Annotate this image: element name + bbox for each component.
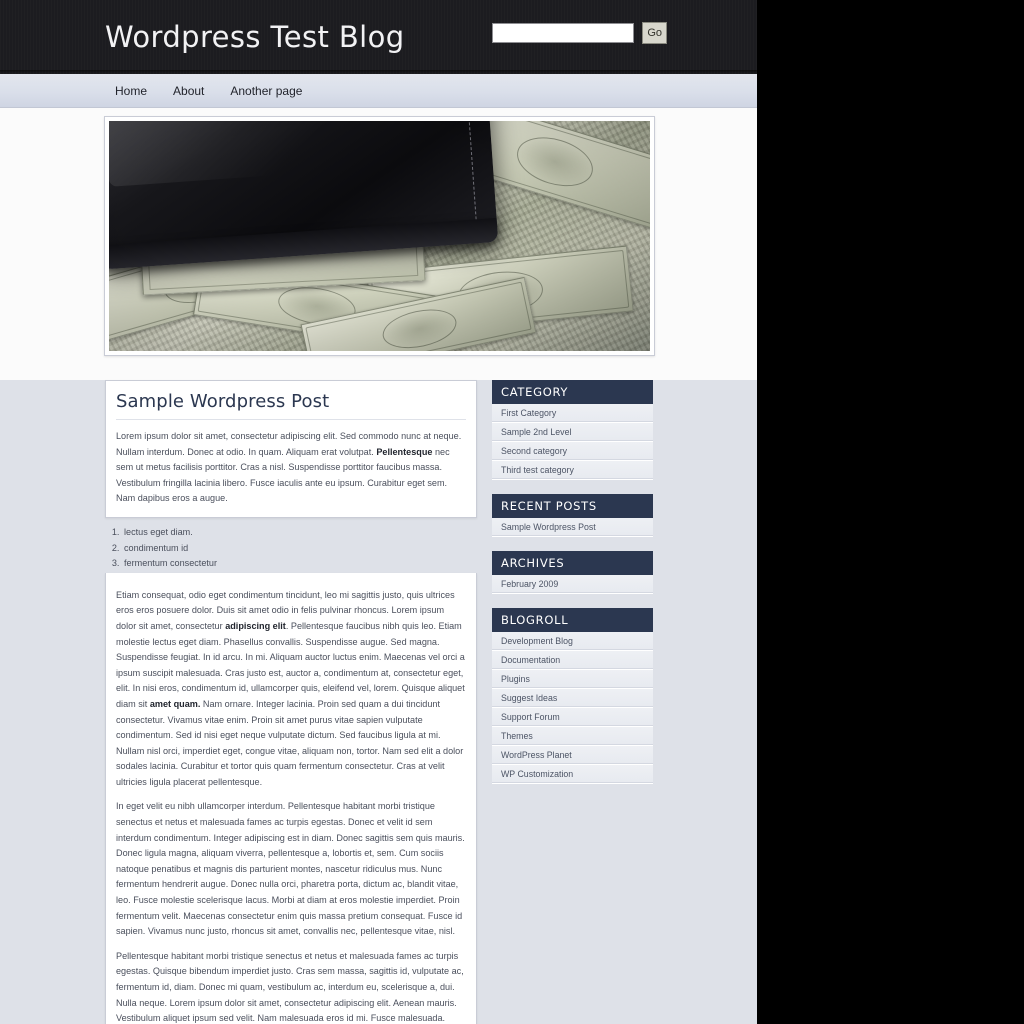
post-bold-text: adipiscing elit bbox=[225, 620, 286, 631]
recent-post-link[interactable]: Sample Wordpress Post bbox=[492, 518, 653, 536]
post-article-continued: Etiam consequat, odio eget condimentum t… bbox=[105, 572, 477, 1024]
site-title: Wordpress Test Blog bbox=[105, 20, 405, 54]
list-item[interactable]: February 2009 bbox=[492, 575, 653, 594]
archive-link[interactable]: February 2009 bbox=[492, 575, 653, 593]
blogroll-link[interactable]: WordPress Planet bbox=[492, 746, 653, 764]
list-item[interactable]: Themes bbox=[492, 727, 653, 746]
widget-title-blogroll: Blogroll bbox=[492, 608, 653, 632]
list-item: lectus eget diam. bbox=[122, 525, 477, 541]
list-item[interactable]: Support Forum bbox=[492, 708, 653, 727]
post-text: Nam ornare. Integer lacinia. Proin sed q… bbox=[116, 698, 464, 787]
photo-vignette bbox=[109, 121, 650, 351]
widget-category: Category First Category Sample 2nd Level… bbox=[492, 380, 653, 480]
header-image-frame bbox=[104, 116, 655, 356]
widget-title-category: Category bbox=[492, 380, 653, 404]
blogroll-link[interactable]: Documentation bbox=[492, 651, 653, 669]
category-link[interactable]: Second category bbox=[492, 442, 653, 460]
list-item[interactable]: Sample Wordpress Post bbox=[492, 518, 653, 537]
blogroll-link[interactable]: Plugins bbox=[492, 670, 653, 688]
category-list: First Category Sample 2nd Level Second c… bbox=[492, 404, 653, 480]
archives-list: February 2009 bbox=[492, 575, 653, 594]
post-text: . Pellentesque faucibus nibh quis leo. E… bbox=[116, 620, 465, 709]
widget-recent-posts: Recent Posts Sample Wordpress Post bbox=[492, 494, 653, 537]
blogroll-link[interactable]: Development Blog bbox=[492, 632, 653, 650]
list-item[interactable]: Plugins bbox=[492, 670, 653, 689]
post-article: Sample Wordpress Post Lorem ipsum dolor … bbox=[105, 380, 477, 518]
widget-title-recent-posts: Recent Posts bbox=[492, 494, 653, 518]
post-paragraph: Pellentesque habitant morbi tristique se… bbox=[116, 950, 464, 1024]
post-paragraph: Lorem ipsum dolor sit amet, consectetur … bbox=[116, 429, 466, 507]
search-input[interactable] bbox=[492, 23, 635, 43]
banner-band bbox=[0, 108, 757, 380]
main-navigation: Home About Another page bbox=[0, 74, 757, 108]
list-item[interactable]: WP Customization bbox=[492, 765, 653, 784]
list-item[interactable]: Development Blog bbox=[492, 632, 653, 651]
widget-archives: Archives February 2009 bbox=[492, 551, 653, 594]
list-item[interactable]: WordPress Planet bbox=[492, 746, 653, 765]
wallet-money-image bbox=[109, 121, 650, 351]
category-link[interactable]: First Category bbox=[492, 404, 653, 422]
nav-item-about[interactable]: About bbox=[173, 84, 204, 98]
list-item[interactable]: Third test category bbox=[492, 461, 653, 480]
post-title: Sample Wordpress Post bbox=[116, 391, 466, 420]
nav-item-home[interactable]: Home bbox=[115, 84, 147, 98]
content-column: Sample Wordpress Post Lorem ipsum dolor … bbox=[105, 380, 477, 1024]
recent-posts-list: Sample Wordpress Post bbox=[492, 518, 653, 537]
blogroll-link[interactable]: Suggest Ideas bbox=[492, 689, 653, 707]
post-paragraph: Etiam consequat, odio eget condimentum t… bbox=[116, 588, 466, 791]
list-item[interactable]: Sample 2nd Level bbox=[492, 423, 653, 442]
list-item[interactable]: Documentation bbox=[492, 651, 653, 670]
blogroll-link[interactable]: Themes bbox=[492, 727, 653, 745]
post-ordered-list: lectus eget diam. condimentum id ferment… bbox=[105, 525, 477, 572]
category-link[interactable]: Sample 2nd Level bbox=[492, 423, 653, 441]
list-item: fermentum consectetur bbox=[122, 556, 477, 572]
search-go-button[interactable]: Go bbox=[642, 22, 667, 44]
sidebar: Category First Category Sample 2nd Level… bbox=[492, 380, 653, 798]
blog-page: Wordpress Test Blog Go Home About Anothe… bbox=[0, 0, 757, 1024]
blogroll-list: Development Blog Documentation Plugins S… bbox=[492, 632, 653, 784]
list-item[interactable]: Suggest Ideas bbox=[492, 689, 653, 708]
blogroll-link[interactable]: WP Customization bbox=[492, 765, 653, 783]
category-link[interactable]: Third test category bbox=[492, 461, 653, 479]
blogroll-link[interactable]: Support Forum bbox=[492, 708, 653, 726]
page-body: Sample Wordpress Post Lorem ipsum dolor … bbox=[0, 380, 757, 1024]
list-item[interactable]: First Category bbox=[492, 404, 653, 423]
main-layout: Sample Wordpress Post Lorem ipsum dolor … bbox=[0, 380, 757, 1024]
widget-title-archives: Archives bbox=[492, 551, 653, 575]
nav-item-another-page[interactable]: Another page bbox=[230, 84, 302, 98]
list-item: condimentum id bbox=[122, 541, 477, 557]
site-header: Wordpress Test Blog Go bbox=[0, 0, 757, 74]
widget-blogroll: Blogroll Development Blog Documentation … bbox=[492, 608, 653, 784]
search-form: Go bbox=[492, 22, 667, 44]
list-item[interactable]: Second category bbox=[492, 442, 653, 461]
post-paragraph: In eget velit eu nibh ullamcorper interd… bbox=[116, 801, 465, 937]
post-bold-text: amet quam. bbox=[149, 698, 201, 709]
post-bold-text: Pellentesque bbox=[376, 446, 433, 457]
